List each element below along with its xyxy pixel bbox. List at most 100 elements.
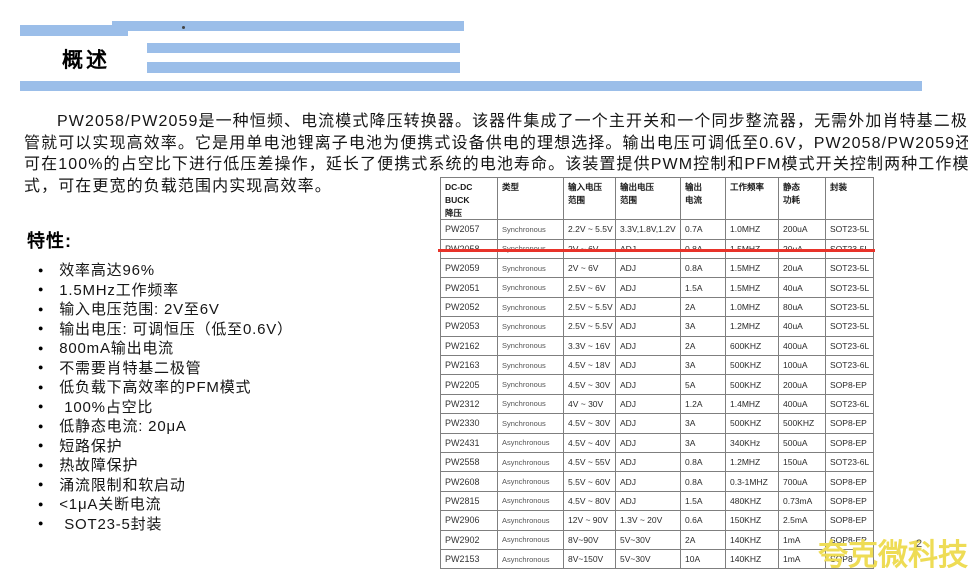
cell-type: Synchronous xyxy=(498,220,564,239)
cell-type: Asynchronous xyxy=(498,511,564,530)
cell-freq: 1.0MHZ xyxy=(726,220,779,239)
cell-freq: 0.3-1MHZ xyxy=(726,472,779,491)
bullet-icon: ● xyxy=(38,460,44,470)
cell-iout: 3A xyxy=(681,355,726,374)
cell-freq: 1.0MHZ xyxy=(726,297,779,316)
cell-iq: 200uA xyxy=(779,375,826,394)
cell-iout: 0.8A xyxy=(681,452,726,471)
cell-vout: ADJ xyxy=(616,317,681,336)
column-header: 工作频率 xyxy=(726,178,779,220)
cell-vout: ADJ xyxy=(616,336,681,355)
feature-item-label: 涌流限制和软启动 xyxy=(59,474,185,495)
feature-item: ● 100%占空比 xyxy=(38,397,293,417)
cell-model: PW2312 xyxy=(441,394,498,413)
cell-type: Synchronous xyxy=(498,355,564,374)
cell-iq: 200uA xyxy=(779,220,826,239)
cell-vin: 4.5V ~ 55V xyxy=(564,452,616,471)
cell-type: Asynchronous xyxy=(498,472,564,491)
cell-iout: 3A xyxy=(681,414,726,433)
cell-model: PW2902 xyxy=(441,530,498,549)
bullet-icon: ● xyxy=(38,265,44,275)
column-header: 输出 电流 xyxy=(681,178,726,220)
cell-model: PW2051 xyxy=(441,278,498,297)
cell-model: PW2057 xyxy=(441,220,498,239)
cell-vout: ADJ xyxy=(616,259,681,278)
cell-vin: 8V~90V xyxy=(564,530,616,549)
feature-item: ●低静态电流: 20μA xyxy=(38,416,293,436)
cell-freq: 500KHZ xyxy=(726,414,779,433)
header-bar-middle-2 xyxy=(147,62,460,73)
feature-item-label: 热故障保护 xyxy=(59,454,138,475)
bullet-icon: ● xyxy=(38,440,44,450)
cell-iout: 0.7A xyxy=(681,220,726,239)
cell-type: Asynchronous xyxy=(498,491,564,510)
intro-line: 可在100%的占空比下进行低压差操作，延长了便携式系统的电池寿命。该装置提供PW… xyxy=(24,154,962,176)
table-row: PW2052Synchronous2.5V ~ 5.5VADJ2A1.0MHZ8… xyxy=(441,297,874,316)
column-header: 类型 xyxy=(498,178,564,220)
cell-vin: 2.5V ~ 5.5V xyxy=(564,297,616,316)
bullet-icon: ● xyxy=(38,479,44,489)
cell-freq: 1.5MHZ xyxy=(726,278,779,297)
cell-vout: ADJ xyxy=(616,433,681,452)
table-row: PW2906Asynchronous12V ~ 90V1.3V ~ 20V0.6… xyxy=(441,511,874,530)
cell-freq: 150KHZ xyxy=(726,511,779,530)
cell-iq: 80uA xyxy=(779,297,826,316)
table-row: PW2431Asynchronous4.5V ~ 40VADJ3A340KHz5… xyxy=(441,433,874,452)
feature-item: ●效率高达96% xyxy=(38,260,293,280)
feature-item: ● 热故障保护 xyxy=(38,455,293,475)
cell-iq: 150uA xyxy=(779,452,826,471)
header-dot xyxy=(182,26,185,29)
cell-freq: 1.4MHZ xyxy=(726,394,779,413)
cell-package: SOT23-6L xyxy=(826,355,874,374)
cell-freq: 1.5MHZ xyxy=(726,259,779,278)
cell-iout: 1.5A xyxy=(681,278,726,297)
cell-package: SOT23-5L xyxy=(826,297,874,316)
cell-type: Synchronous xyxy=(498,394,564,413)
cell-package: SOP8-EP xyxy=(826,472,874,491)
cell-iout: 5A xyxy=(681,375,726,394)
cell-model: PW2153 xyxy=(441,549,498,568)
cell-iout: 2A xyxy=(681,336,726,355)
feature-item-label: 输出电压: 可调恒压（低至0.6V） xyxy=(59,318,293,339)
bullet-icon: ● xyxy=(38,382,44,392)
cell-vout: ADJ xyxy=(616,491,681,510)
table-row: PW2205Synchronous4.5V ~ 30VADJ5A500KHZ20… xyxy=(441,375,874,394)
feature-item-label: 1.5MHz工作频率 xyxy=(59,279,179,300)
cell-iout: 2A xyxy=(681,297,726,316)
bullet-icon: ● xyxy=(38,343,44,353)
cell-iq: 100uA xyxy=(779,355,826,374)
features-list: ●效率高达96%●1.5MHz工作频率●输入电压范围: 2V至6V●输出电压: … xyxy=(38,260,293,533)
feature-item: ● 低负载下高效率的PFM模式 xyxy=(38,377,293,397)
feature-item: ●输出电压: 可调恒压（低至0.6V） xyxy=(38,319,293,339)
cell-package: SOP8-EP xyxy=(826,491,874,510)
cell-vout: ADJ xyxy=(616,452,681,471)
table-row: PW2162Synchronous3.3V ~ 16VADJ2A600KHZ40… xyxy=(441,336,874,355)
page-number: 2 xyxy=(916,538,922,550)
cell-type: Synchronous xyxy=(498,317,564,336)
feature-item-label: 低负载下高效率的PFM模式 xyxy=(59,376,251,397)
cell-vin: 4.5V ~ 80V xyxy=(564,491,616,510)
cell-model: PW2205 xyxy=(441,375,498,394)
cell-package: SOP8-EP xyxy=(826,414,874,433)
header-bar-middle-1 xyxy=(147,43,460,53)
cell-model: PW2163 xyxy=(441,355,498,374)
feature-item: ●短路保护 xyxy=(38,436,293,456)
feature-item: ●不需要肖特基二极管 xyxy=(38,358,293,378)
column-header: 输入电压 范围 xyxy=(564,178,616,220)
feature-item-label: <1μA关断电流 xyxy=(59,493,161,514)
table-row: PW2330Synchronous4.5V ~ 30VADJ3A500KHZ50… xyxy=(441,414,874,433)
cell-type: Synchronous xyxy=(498,414,564,433)
cell-vout: ADJ xyxy=(616,375,681,394)
cell-vout: 5V~30V xyxy=(616,549,681,568)
cell-vout: ADJ xyxy=(616,472,681,491)
watermark: 夸克微科技 xyxy=(818,541,968,571)
cell-freq: 140KHZ xyxy=(726,530,779,549)
cell-model: PW2608 xyxy=(441,472,498,491)
cell-iout: 3A xyxy=(681,433,726,452)
cell-vin: 3.3V ~ 16V xyxy=(564,336,616,355)
cell-iout: 3A xyxy=(681,317,726,336)
cell-model: PW2330 xyxy=(441,414,498,433)
cell-vout: 3.3V,1.8V,1.2V xyxy=(616,220,681,239)
cell-type: Asynchronous xyxy=(498,530,564,549)
cell-freq: 600KHZ xyxy=(726,336,779,355)
